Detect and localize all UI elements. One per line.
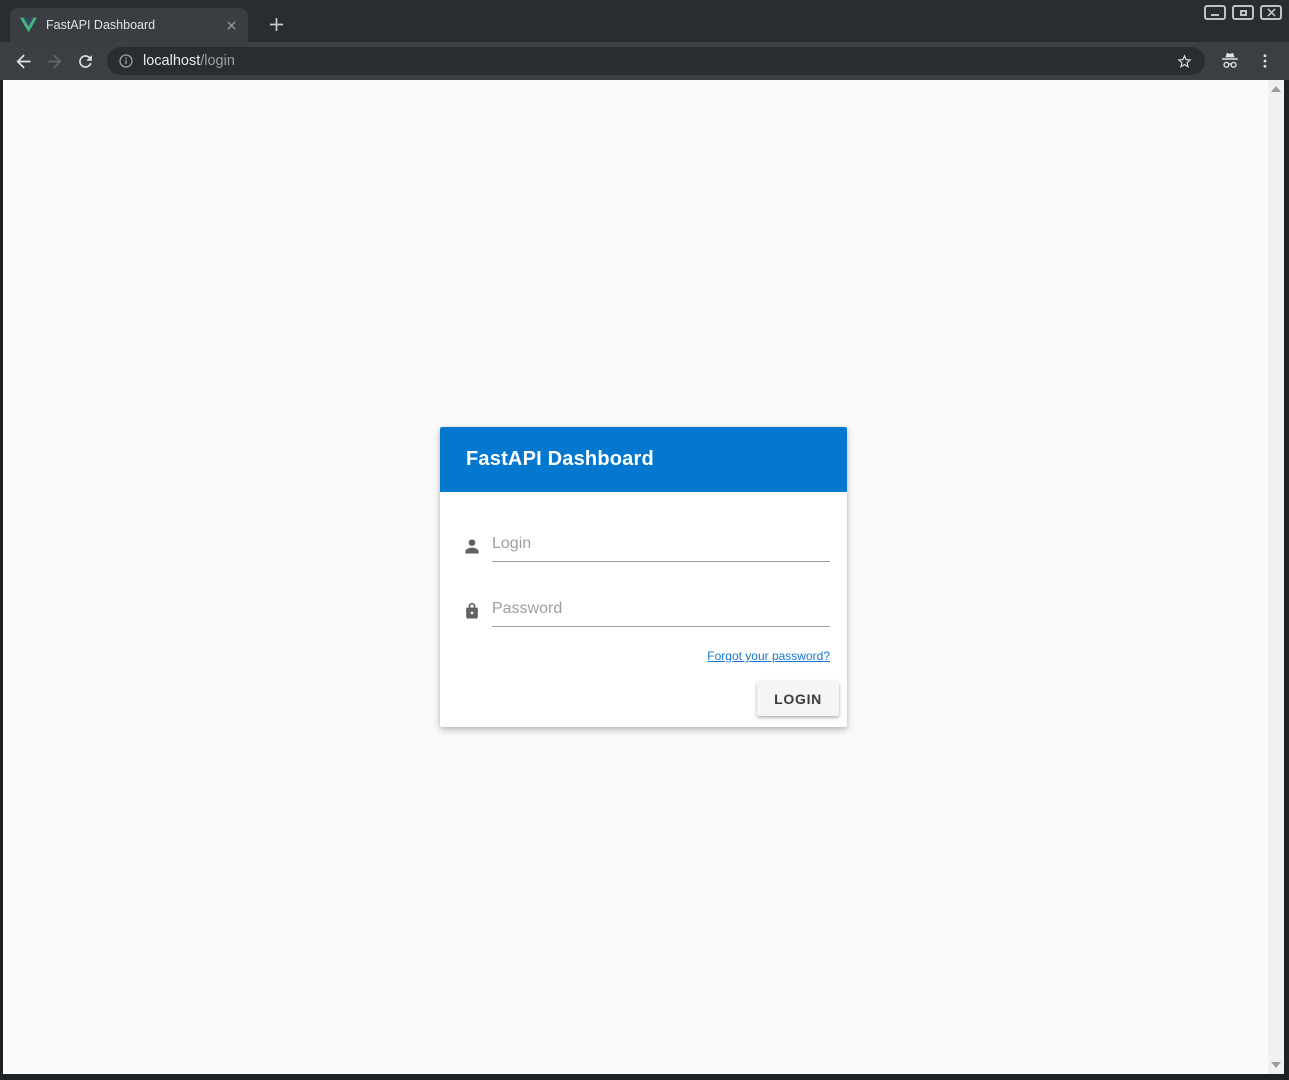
tab-title: FastAPI Dashboard: [46, 18, 223, 32]
login-field-row: [462, 531, 830, 562]
card-actions: LOGIN: [462, 681, 839, 716]
reload-button[interactable]: [70, 46, 101, 76]
forward-button[interactable]: [39, 46, 70, 76]
maximize-button[interactable]: [1232, 5, 1254, 20]
kebab-menu-icon: [1256, 52, 1274, 70]
info-icon: [118, 53, 134, 69]
url-text: localhost/login: [143, 53, 1171, 69]
person-icon: [462, 536, 482, 556]
lock-icon: [462, 601, 482, 621]
tab-strip: FastAPI Dashboard: [0, 0, 1289, 42]
login-input[interactable]: [492, 531, 830, 562]
reload-icon: [76, 52, 95, 71]
back-button[interactable]: [8, 46, 39, 76]
tab-close-icon[interactable]: [223, 17, 240, 34]
browser-window: FastAPI Dashboard: [0, 0, 1289, 1080]
new-tab-button[interactable]: [262, 10, 290, 38]
page-content: FastAPI Dashboard Forgot your passwo: [0, 80, 1289, 1080]
scrollbar[interactable]: [1268, 80, 1284, 1074]
forgot-password-link[interactable]: Forgot your password?: [707, 649, 830, 663]
bookmark-button[interactable]: [1171, 48, 1197, 74]
password-input[interactable]: [492, 596, 830, 627]
forgot-password-row: Forgot your password?: [462, 647, 830, 665]
close-button[interactable]: [1260, 5, 1282, 20]
minimize-icon: [1211, 14, 1219, 16]
card-body: Forgot your password? LOGIN: [440, 492, 847, 727]
url-path: /login: [200, 53, 235, 69]
toolbar: localhost/login: [0, 42, 1289, 80]
browser-tab[interactable]: FastAPI Dashboard: [10, 8, 248, 42]
menu-button[interactable]: [1251, 47, 1279, 75]
maximize-icon: [1240, 10, 1247, 16]
back-arrow-icon: [13, 51, 34, 72]
card-title: FastAPI Dashboard: [466, 448, 654, 471]
forward-arrow-icon: [44, 51, 65, 72]
url-host: localhost: [143, 53, 200, 69]
minimize-button[interactable]: [1204, 5, 1226, 20]
address-bar[interactable]: localhost/login: [107, 47, 1205, 75]
window-controls: [1204, 5, 1282, 20]
scroll-down-arrow-icon[interactable]: [1271, 1062, 1281, 1068]
close-icon: [1267, 8, 1276, 17]
vue-logo-icon: [20, 17, 37, 33]
scroll-up-arrow-icon[interactable]: [1271, 86, 1281, 92]
card-header: FastAPI Dashboard: [440, 427, 847, 492]
star-icon: [1176, 53, 1193, 70]
site-info-button[interactable]: [113, 48, 139, 74]
login-card: FastAPI Dashboard Forgot your passwo: [440, 427, 847, 727]
login-button[interactable]: LOGIN: [757, 681, 839, 716]
incognito-icon: [1215, 46, 1245, 76]
password-field-row: [462, 596, 830, 627]
